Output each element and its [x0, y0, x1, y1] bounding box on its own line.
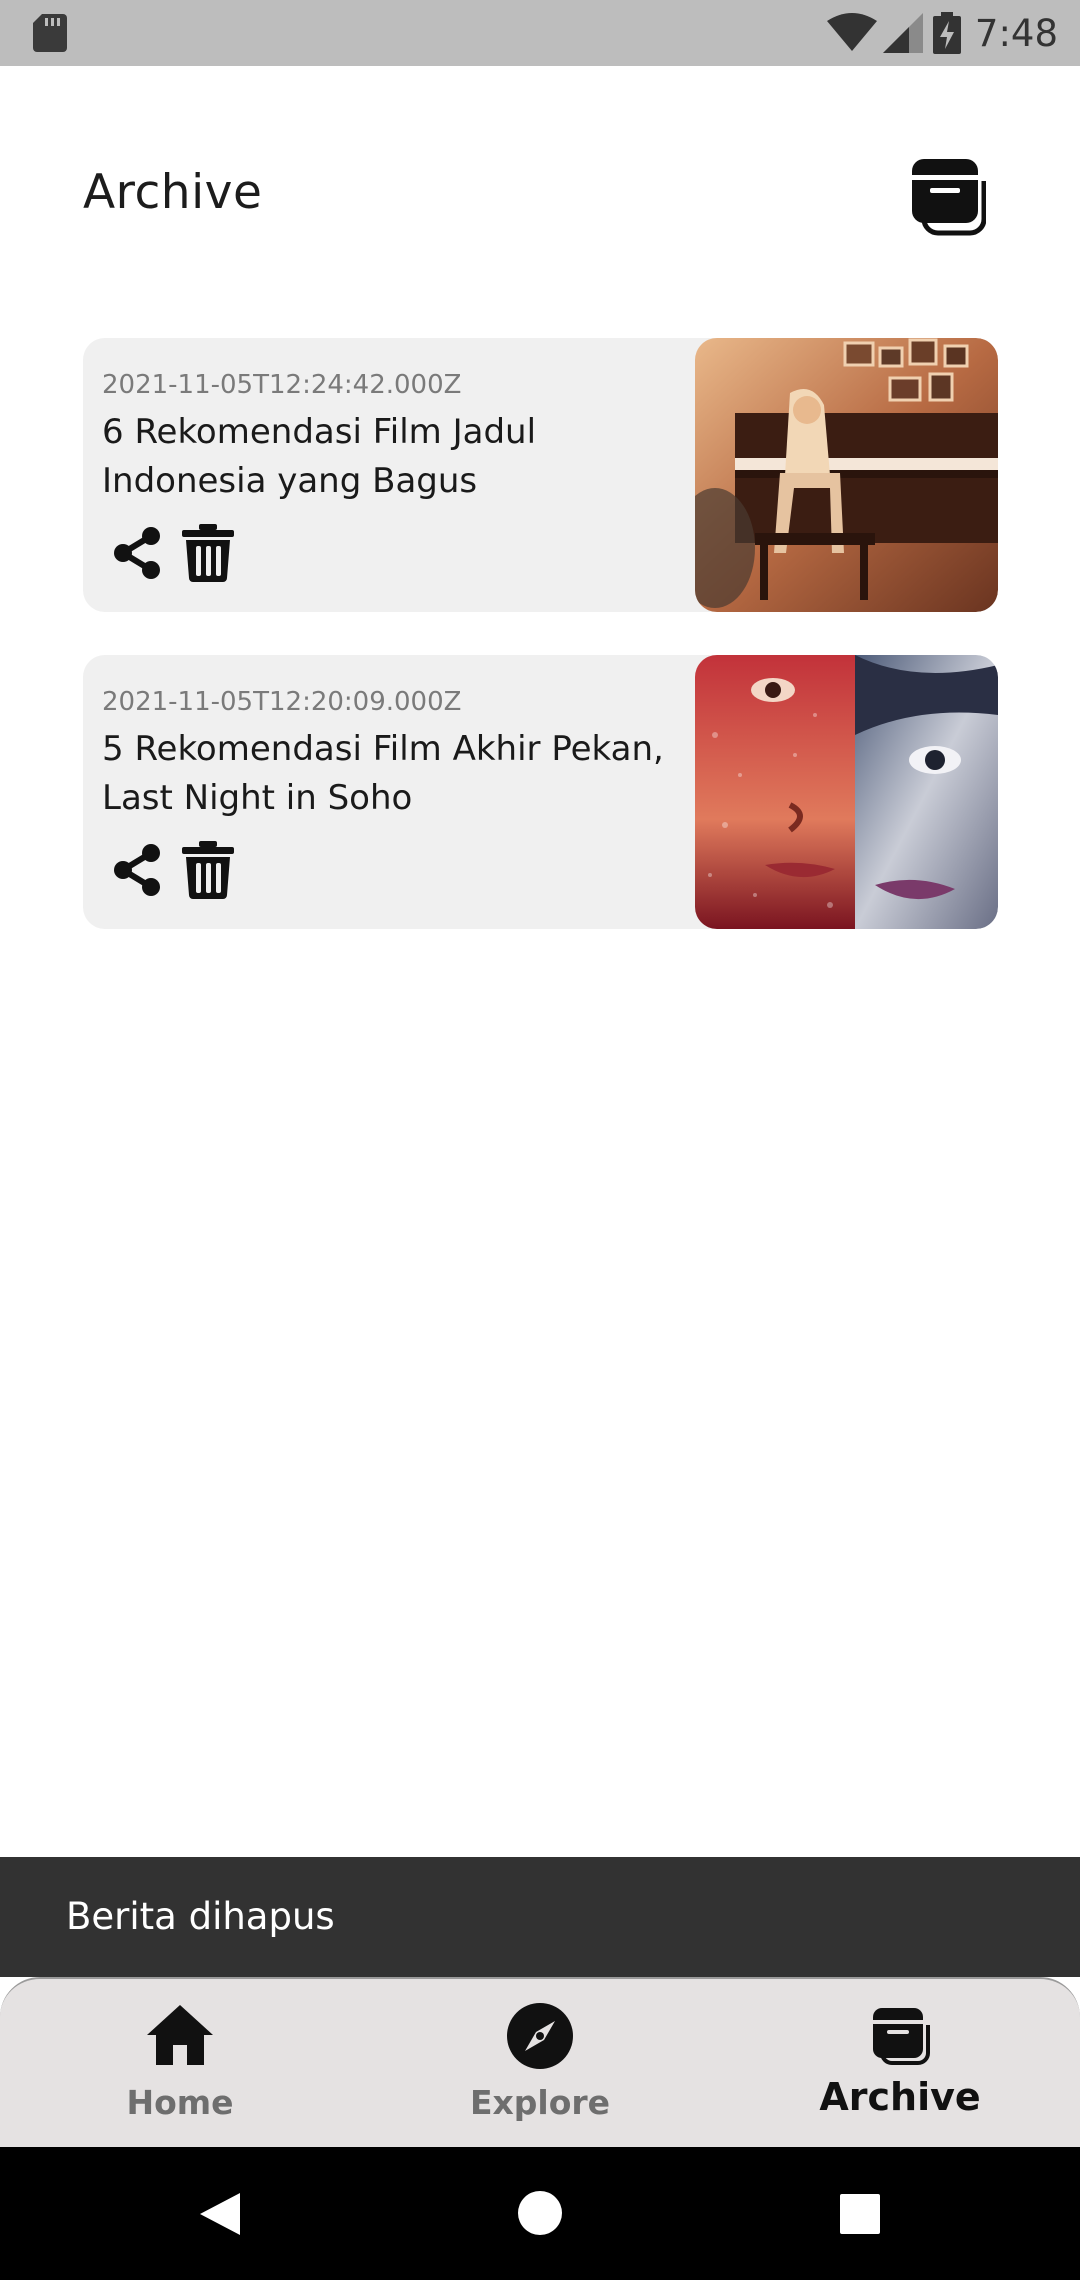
nav-item-explore[interactable]: Explore	[360, 1979, 720, 2149]
article-actions	[108, 839, 238, 901]
bottom-navigation: Home Explore Archive	[0, 1977, 1080, 2147]
article-thumbnail[interactable]	[695, 655, 998, 929]
archive-icon[interactable]	[908, 155, 986, 237]
share-icon	[114, 527, 160, 579]
system-navigation-bar	[0, 2147, 1080, 2280]
battery-charging-icon	[932, 12, 961, 54]
share-icon	[114, 844, 160, 896]
share-button[interactable]	[108, 522, 168, 584]
article-card[interactable]: 2021-11-05T12:24:42.000Z 6 Rekomendasi F…	[83, 338, 998, 612]
delete-button[interactable]	[178, 522, 238, 584]
article-card[interactable]: 2021-11-05T12:20:09.000Z 5 Rekomendasi F…	[83, 655, 998, 929]
back-icon	[200, 2193, 240, 2235]
recents-icon	[840, 2194, 880, 2234]
wifi-icon	[826, 13, 877, 51]
article-actions	[108, 522, 238, 584]
home-system-button[interactable]	[500, 2147, 580, 2280]
cell-signal-icon	[882, 13, 923, 53]
status-icons: 7:48	[826, 8, 1058, 58]
snackbar: Berita dihapus	[0, 1857, 1080, 1977]
compass-icon	[507, 2003, 573, 2069]
split-face-poster-image	[695, 655, 998, 929]
article-thumbnail[interactable]	[695, 338, 998, 612]
girl-at-piano-image	[695, 338, 998, 612]
article-title[interactable]: 6 Rekomendasi Film Jadul Indonesia yang …	[102, 408, 692, 506]
nav-label-explore: Explore	[469, 2083, 611, 2122]
home-circle-icon	[518, 2191, 562, 2235]
nav-item-home[interactable]: Home	[0, 1979, 360, 2149]
article-date: 2021-11-05T12:20:09.000Z	[102, 687, 462, 717]
nav-label-home: Home	[126, 2083, 234, 2122]
share-button[interactable]	[108, 839, 168, 901]
delete-button[interactable]	[178, 839, 238, 901]
nav-label-archive: Archive	[819, 2075, 981, 2119]
nav-item-archive[interactable]: Archive	[720, 1979, 1080, 2149]
trash-icon	[182, 524, 234, 582]
status-time: 7:48	[974, 11, 1058, 55]
back-button[interactable]	[180, 2147, 260, 2280]
article-title[interactable]: 5 Rekomendasi Film Akhir Pekan, Last Nig…	[102, 725, 692, 823]
sd-card-icon	[33, 14, 67, 52]
status-bar: 7:48	[0, 0, 1080, 66]
snackbar-message: Berita dihapus	[66, 1895, 335, 1938]
recents-button[interactable]	[820, 2147, 900, 2280]
page-title: Archive	[83, 165, 263, 220]
trash-icon	[182, 841, 234, 899]
article-date: 2021-11-05T12:24:42.000Z	[102, 370, 462, 400]
home-icon	[147, 2005, 213, 2065]
archive-icon	[873, 2008, 930, 2065]
